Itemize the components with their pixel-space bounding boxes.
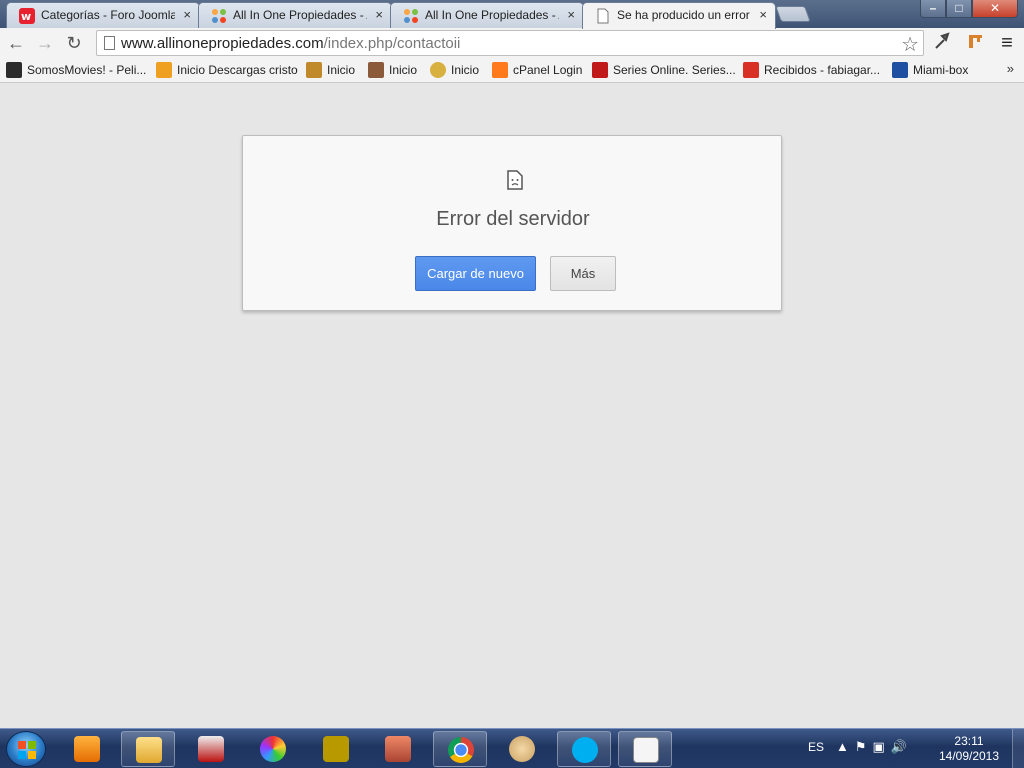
bookmarks-bar: SomosMovies! - Peli... Inicio Descargas …	[0, 58, 1024, 83]
bookmark-item[interactable]: Inicio	[306, 62, 355, 80]
back-icon[interactable]: ←	[5, 32, 27, 54]
bookmark-item[interactable]: Recibidos - fabiagar...	[743, 62, 880, 80]
taskbar-app[interactable]	[618, 731, 672, 767]
browser-toolbar: ← → ↻ www.allinonepropiedades.com/index.…	[0, 28, 1024, 58]
gmail-icon	[743, 62, 759, 78]
skype-icon	[572, 737, 598, 763]
app-icon	[385, 736, 411, 762]
tab-label: Categorías - Foro Joomla!	[41, 8, 175, 22]
clock[interactable]: 23:11 14/09/2013	[934, 734, 1004, 764]
windows-logo-icon	[18, 741, 36, 759]
tab-label: All In One Propiedades - A	[425, 8, 559, 22]
tab-all-in-one-2[interactable]: All In One Propiedades - A ×	[390, 2, 584, 28]
bookmark-label: Inicio	[451, 63, 480, 77]
url-path: /index.php/contactoii	[323, 35, 461, 52]
extension-icon[interactable]	[932, 32, 954, 54]
minimize-button[interactable]: –	[920, 0, 946, 18]
bookmark-label: Inicio Descargas cristo	[177, 63, 298, 77]
reload-icon[interactable]: ↻	[63, 32, 85, 54]
cpanel-icon	[492, 62, 508, 78]
bookmark-label: cPanel Login	[513, 63, 583, 77]
clapperboard-icon	[6, 62, 22, 78]
start-button[interactable]	[6, 731, 46, 767]
bookmark-item[interactable]: Miami-box	[892, 62, 968, 80]
taskbar-explorer[interactable]	[121, 731, 175, 767]
svg-text:w: w	[21, 10, 31, 23]
bookmark-item[interactable]: Inicio	[430, 62, 479, 80]
bookmark-label: Recibidos - fabiagar...	[764, 63, 881, 77]
tray-icons[interactable]: ▲⚑▣🔊	[836, 739, 926, 755]
explorer-icon	[136, 737, 162, 763]
bookmark-label: Inicio	[389, 63, 418, 77]
taskbar-paint[interactable]	[495, 731, 549, 767]
taskbar-picasa[interactable]	[246, 731, 300, 767]
bookmark-item[interactable]: Inicio Descargas cristo	[156, 62, 298, 80]
w-logo-icon: w	[19, 8, 35, 24]
taskbar: ES ▲⚑▣🔊 23:11 14/09/2013	[0, 728, 1024, 768]
bookmarks-overflow-icon[interactable]: »	[1007, 61, 1014, 76]
app-icon	[198, 736, 224, 762]
page-icon	[595, 8, 611, 24]
close-icon[interactable]: ×	[183, 3, 191, 27]
box-icon	[892, 62, 908, 78]
url-text: www.allinonepropiedades.com/index.php/co…	[121, 35, 460, 52]
bookmark-star-icon[interactable]: ☆	[901, 32, 919, 57]
close-icon[interactable]: ×	[375, 3, 383, 27]
bookmark-label: Inicio	[327, 63, 356, 77]
chrome-icon	[448, 737, 474, 763]
title-bar: w Categorías - Foro Joomla! × All In One…	[0, 0, 1024, 29]
taskbar-skype[interactable]	[557, 731, 611, 767]
url-host: www.allinonepropiedades.com	[121, 35, 324, 52]
bookmark-label: Miami-box	[913, 63, 969, 77]
bookmark-item[interactable]: SomosMovies! - Peli...	[6, 62, 146, 80]
bookmark-label: SomosMovies! - Peli...	[27, 63, 147, 77]
bookmark-item[interactable]: Series Online. Series...	[592, 62, 736, 80]
bookmark-item[interactable]: Inicio	[368, 62, 417, 80]
fireworks-icon	[323, 736, 349, 762]
taskbar-chrome[interactable]	[433, 731, 487, 767]
error-card: Error del servidor Cargar de nuevo Más	[242, 135, 782, 311]
sad-page-icon	[507, 170, 523, 190]
reload-button[interactable]: Cargar de nuevo	[415, 256, 536, 291]
clock-date: 14/09/2013	[938, 749, 1000, 763]
taskbar-app[interactable]	[371, 731, 425, 767]
show-desktop-button[interactable]	[1012, 729, 1024, 768]
app-icon	[633, 737, 659, 763]
tab-categorias[interactable]: w Categorías - Foro Joomla! ×	[6, 2, 200, 28]
forward-icon[interactable]: →	[34, 32, 56, 54]
tab-error-active[interactable]: Se ha producido un error a ×	[582, 2, 776, 29]
owl-icon	[156, 62, 172, 78]
more-button[interactable]: Más	[550, 256, 616, 291]
series-icon	[592, 62, 608, 78]
error-title: Error del servidor	[436, 208, 590, 230]
taskbar-app[interactable]	[184, 731, 238, 767]
close-icon[interactable]: ×	[567, 3, 575, 27]
language-indicator[interactable]: ES	[808, 740, 824, 754]
maximize-button[interactable]: □	[946, 0, 972, 18]
close-icon[interactable]: ×	[759, 3, 767, 27]
joomla-icon	[403, 8, 419, 24]
site-icon	[430, 62, 446, 78]
site-icon	[306, 62, 322, 78]
window-close-button[interactable]: ✕	[972, 0, 1018, 18]
media-player-icon	[74, 736, 100, 762]
site-icon	[368, 62, 384, 78]
page-icon	[104, 36, 115, 50]
joomla-icon	[211, 8, 227, 24]
bookmark-label: Series Online. Series...	[613, 63, 736, 77]
taskbar-fireworks[interactable]	[309, 731, 363, 767]
extension-icon[interactable]	[964, 32, 986, 54]
new-tab-button[interactable]	[775, 6, 811, 22]
tab-label: All In One Propiedades - A	[233, 8, 367, 22]
picasa-icon	[260, 736, 286, 762]
taskbar-media-player[interactable]	[60, 731, 114, 767]
chrome-menu-icon[interactable]: ≡	[996, 32, 1018, 54]
bookmark-item[interactable]: cPanel Login	[492, 62, 582, 80]
clock-time: 23:11	[954, 734, 984, 748]
tab-all-in-one-1[interactable]: All In One Propiedades - A ×	[198, 2, 392, 28]
tab-label: Se ha producido un error a	[617, 8, 751, 22]
address-bar[interactable]: www.allinonepropiedades.com/index.php/co…	[96, 30, 924, 56]
paint-icon	[509, 736, 535, 762]
